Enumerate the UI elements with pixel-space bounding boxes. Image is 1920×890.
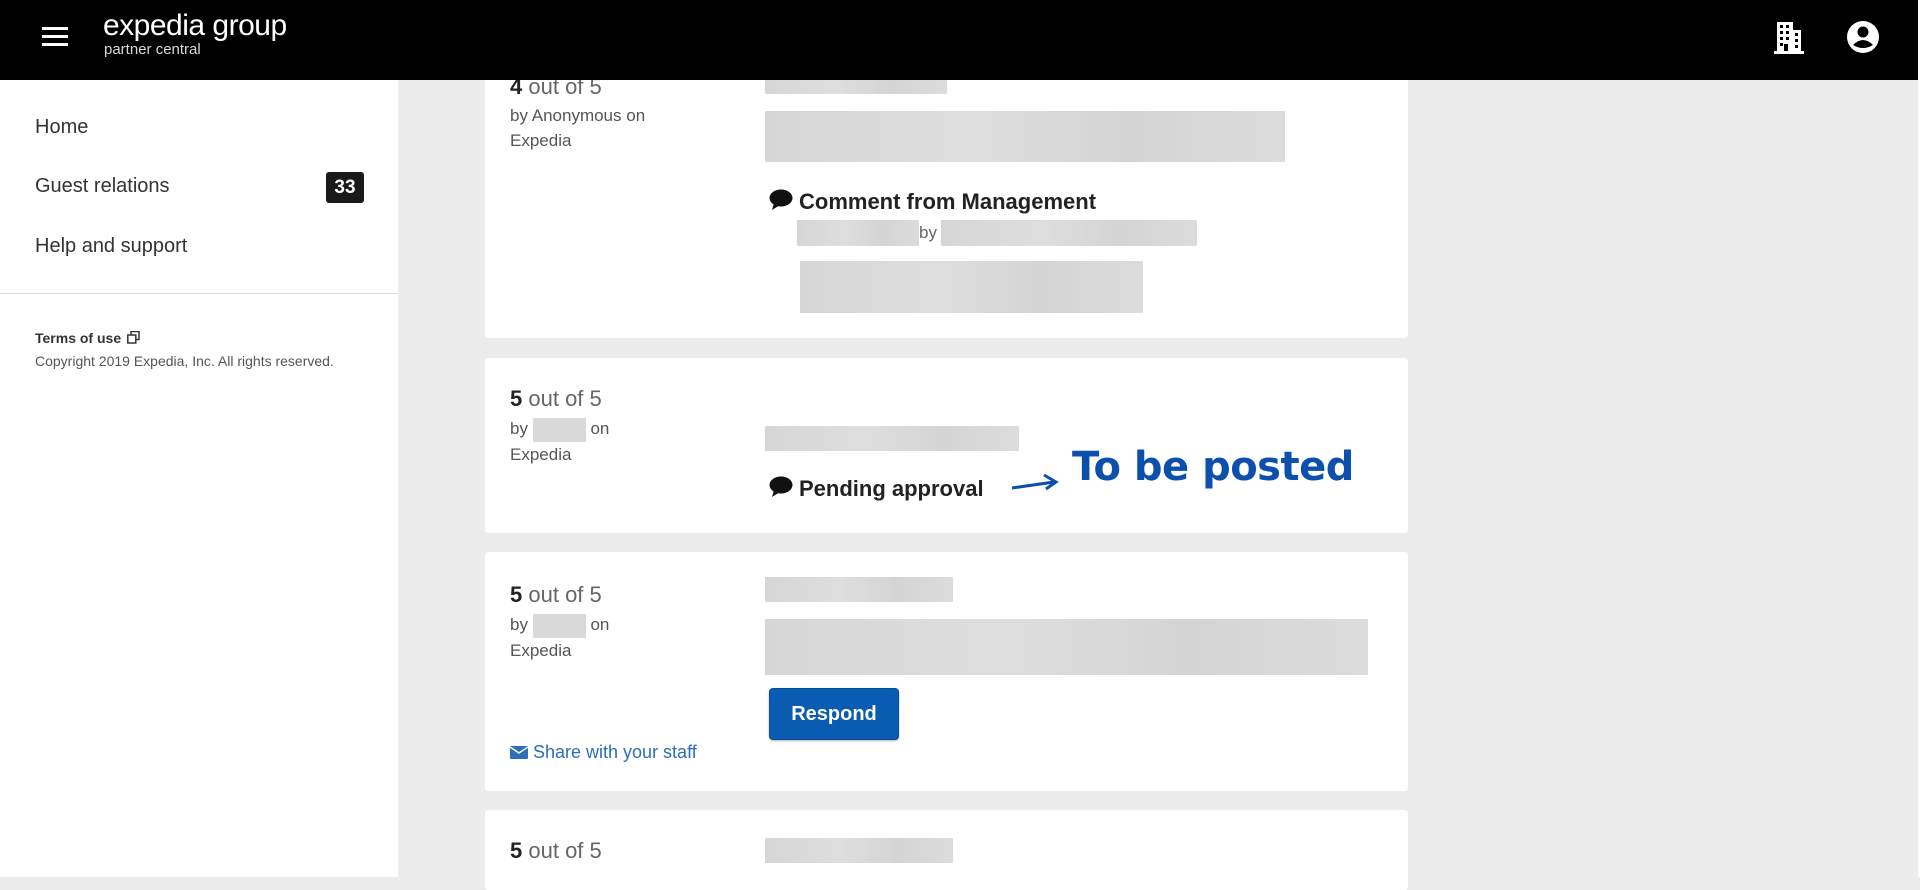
review-author: by Anonymous on bbox=[510, 106, 646, 125]
redacted-review-title bbox=[765, 80, 947, 94]
terms-of-use-label: Terms of use bbox=[35, 330, 122, 346]
review-rating: 5 out of 5 bbox=[510, 582, 602, 608]
redacted-review-text bbox=[765, 111, 1285, 162]
review-source: Expedia bbox=[510, 444, 572, 464]
review-score-suffix: out of 5 bbox=[528, 582, 602, 607]
sidebar-item-home[interactable]: Home bbox=[35, 116, 88, 139]
guest-relations-count-badge: 33 bbox=[326, 172, 364, 203]
review-score-suffix: out of 5 bbox=[528, 386, 602, 411]
sidebar: Home Guest relations 33 Help and support… bbox=[0, 80, 398, 877]
sidebar-item-guest-relations[interactable]: Guest relations bbox=[35, 175, 170, 198]
respond-button[interactable]: Respond bbox=[769, 688, 899, 740]
sidebar-item-help-and-support[interactable]: Help and support bbox=[35, 235, 187, 258]
share-with-staff-link[interactable]: Share with your staff bbox=[509, 742, 697, 763]
redacted-author bbox=[532, 613, 586, 638]
external-link-icon bbox=[127, 330, 140, 344]
review-source: Expedia bbox=[510, 131, 572, 150]
hamburger-menu-icon[interactable] bbox=[42, 27, 68, 47]
review-source: Expedia bbox=[510, 640, 572, 660]
review-score: 5 bbox=[510, 386, 523, 411]
review-byline: by on Expedia bbox=[510, 416, 690, 467]
review-score-suffix: out of 5 bbox=[528, 838, 602, 863]
annotation-arrow-icon bbox=[1011, 473, 1059, 491]
terms-of-use-link[interactable]: Terms of use bbox=[35, 330, 140, 346]
review-rating: 5 out of 5 bbox=[510, 386, 602, 412]
on-label: on bbox=[590, 419, 610, 438]
building-icon[interactable] bbox=[1774, 20, 1804, 54]
review-card: 5 out of 5 by on Expedia Respond Share w… bbox=[485, 552, 1408, 791]
comment-by-label: by bbox=[919, 223, 937, 242]
brand-logo[interactable]: expedia group partner central bbox=[103, 8, 287, 58]
copyright-text: Copyright 2019 Expedia, Inc. All rights … bbox=[35, 353, 334, 369]
review-rating: 5 out of 5 bbox=[510, 838, 602, 864]
review-score: 5 bbox=[510, 838, 523, 863]
redacted-comment-date bbox=[797, 220, 919, 246]
management-comment-label: Comment from Management bbox=[799, 189, 1097, 214]
redacted-review-text bbox=[765, 619, 1368, 675]
review-byline: by Anonymous on Expedia bbox=[510, 103, 690, 153]
by-label: by bbox=[510, 615, 528, 634]
review-card: 4 out of 5 by Anonymous on Expedia Comme… bbox=[485, 60, 1408, 338]
envelope-icon bbox=[509, 746, 529, 759]
pending-approval-label: Pending approval bbox=[799, 476, 984, 501]
speech-bubble-icon bbox=[769, 476, 793, 497]
brand-subtitle: partner central bbox=[104, 41, 201, 58]
redacted-author bbox=[532, 417, 586, 442]
to-be-posted-annotation: To be posted bbox=[1072, 444, 1354, 490]
share-with-staff-label: Share with your staff bbox=[533, 742, 697, 762]
on-label: on bbox=[590, 615, 610, 634]
redacted-review-title bbox=[765, 426, 1019, 451]
account-circle-icon[interactable] bbox=[1846, 20, 1880, 54]
speech-bubble-icon bbox=[769, 189, 793, 210]
sidebar-divider bbox=[0, 293, 398, 294]
review-card: 5 out of 5 bbox=[485, 810, 1408, 890]
review-score: 5 bbox=[510, 582, 523, 607]
redacted-comment-text bbox=[800, 261, 1143, 313]
redacted-review-title bbox=[765, 577, 953, 602]
top-navigation-bar: expedia group partner central bbox=[0, 0, 1918, 80]
review-byline: by on Expedia bbox=[510, 612, 690, 663]
by-label: by bbox=[510, 419, 528, 438]
pending-approval-status: Pending approval bbox=[769, 476, 984, 502]
brand-name: expedia group bbox=[103, 9, 287, 42]
redacted-review-title bbox=[765, 838, 953, 863]
management-comment-heading: Comment from Management bbox=[769, 189, 1096, 215]
redacted-comment-author bbox=[941, 220, 1197, 246]
